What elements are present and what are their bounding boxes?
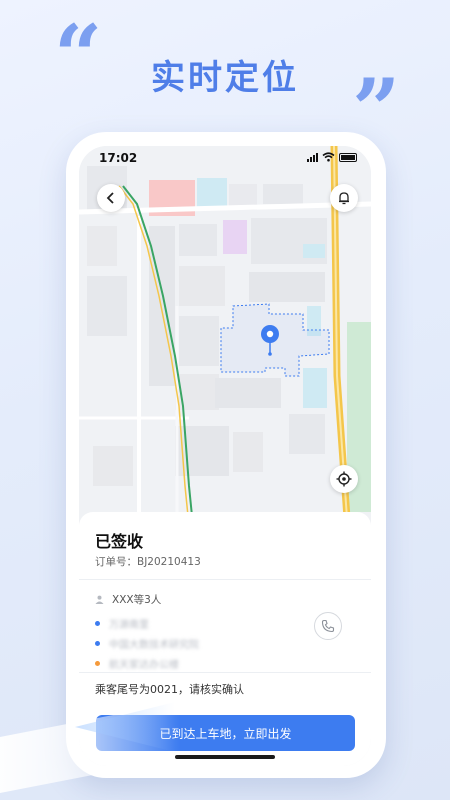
status-time: 17:02 bbox=[99, 151, 138, 165]
signal-icon bbox=[307, 152, 318, 162]
chevron-left-icon bbox=[106, 192, 114, 204]
crosshair-icon bbox=[336, 471, 352, 487]
status-bar: 17:02 bbox=[79, 146, 371, 170]
stop-item-via: 中国大数技术研究院 bbox=[95, 636, 199, 651]
phone-icon bbox=[321, 619, 335, 633]
stop-item-pickup: 万源南里 bbox=[95, 616, 149, 631]
notification-button[interactable] bbox=[330, 184, 358, 212]
pickup-dot-icon bbox=[95, 621, 100, 626]
order-number-row: 订单号：BJ20210413 bbox=[95, 554, 201, 569]
passenger-summary: XXX等3人 bbox=[112, 594, 162, 606]
call-button[interactable] bbox=[314, 612, 342, 640]
phone-screen: 17:02 已签收 订单号：BJ20210413 XXX等3人 万源南里 中国大… bbox=[79, 146, 371, 766]
via-dot-icon bbox=[95, 641, 100, 646]
sheet-divider bbox=[79, 579, 371, 580]
home-indicator bbox=[175, 755, 275, 759]
wifi-icon bbox=[322, 152, 335, 162]
order-number-value: BJ20210413 bbox=[137, 556, 201, 568]
stop-pickup-text: 万源南里 bbox=[109, 620, 149, 631]
passenger-verify-notice: 乘客尾号为0021，请核实确认 bbox=[95, 683, 244, 696]
user-icon bbox=[95, 595, 104, 604]
stop-via-text: 中国大数技术研究院 bbox=[109, 640, 199, 651]
back-button[interactable] bbox=[97, 184, 125, 212]
order-number-label: 订单号： bbox=[95, 556, 137, 568]
locate-me-button[interactable] bbox=[330, 465, 358, 493]
promo-headline: 实时定位 bbox=[151, 58, 299, 98]
order-status-title: 已签收 bbox=[95, 532, 144, 551]
stop-item-dropoff: 航天家达办公楼 bbox=[95, 656, 179, 671]
battery-icon bbox=[339, 152, 357, 162]
bell-icon bbox=[339, 192, 349, 205]
dropoff-dot-icon bbox=[95, 661, 100, 666]
map-pin-icon bbox=[261, 325, 279, 356]
passenger-row: XXX等3人 bbox=[95, 592, 161, 607]
stop-dropoff-text: 航天家达办公楼 bbox=[109, 660, 179, 671]
sheet-divider bbox=[79, 672, 371, 673]
destination-pin bbox=[259, 324, 281, 358]
